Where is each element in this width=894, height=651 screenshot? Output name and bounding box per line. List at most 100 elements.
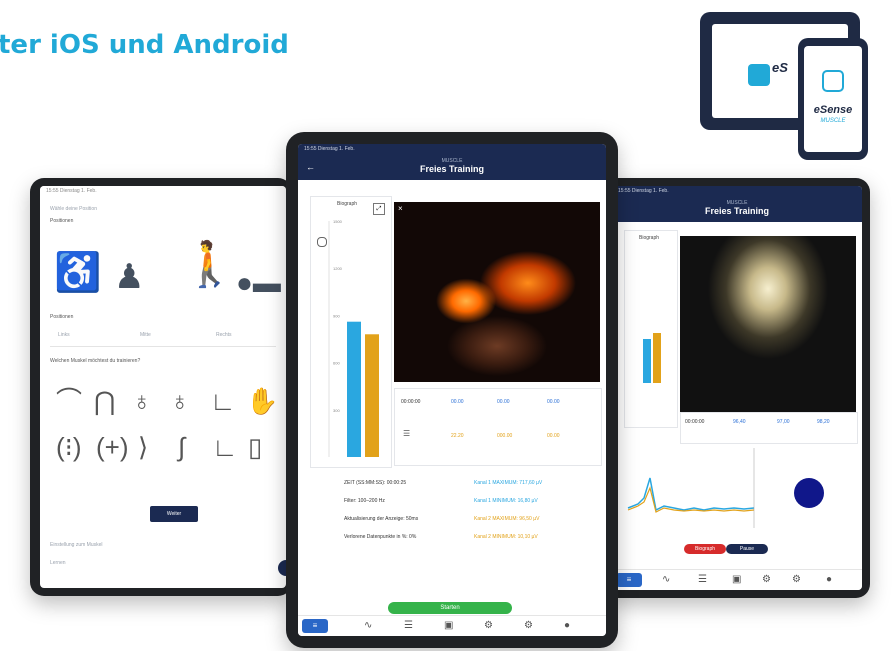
leg-outline-icon[interactable]: ⟩ <box>138 432 148 462</box>
calendar-icon[interactable]: ▣ <box>732 574 741 585</box>
gear-icon[interactable]: ⚙ <box>792 574 801 585</box>
grid-cell: 00:00:00 <box>401 399 421 405</box>
bar-channel-1 <box>643 339 651 383</box>
lying-person-icon[interactable]: ●▬ <box>236 264 281 302</box>
bar-kanal-1 <box>347 321 361 457</box>
stat-refresh: Aktualisierung der Anzeige: 50ms <box>344 516 419 522</box>
back-arrow-icon[interactable]: ← <box>306 162 315 172</box>
left-screen: 15:55 Dienstag 1. Feb. Wähle deine Posit… <box>40 186 286 588</box>
standing-person-icon[interactable]: 🚶 <box>182 243 237 287</box>
grid-cell: 22.20 <box>451 433 464 439</box>
chest-outline-icon[interactable]: ♁ <box>132 386 152 416</box>
graph-icon[interactable]: ∿ <box>364 620 372 631</box>
pos-right[interactable]: Rechts <box>216 332 232 338</box>
grid-cell: 00.00 <box>547 433 560 439</box>
y-tick-label: 1500 <box>333 219 343 224</box>
close-icon[interactable]: × <box>398 204 403 213</box>
right-screen: 15:55 Dienstag 1. Feb. MUSCLE Freies Tra… <box>612 186 862 590</box>
pause-toggle[interactable]: Pause <box>726 544 768 554</box>
person-icon[interactable]: ● <box>826 574 832 585</box>
gear-icon[interactable]: ⚙ <box>524 620 533 631</box>
foot-outline-icon[interactable]: ∟ <box>212 432 237 462</box>
home-tab[interactable]: ≡ <box>616 573 642 587</box>
stat-k2-min: Kanal 2 MINIMUM: 10,10 µV <box>474 534 538 540</box>
center-screen: 15:55 Dienstag 1. Feb. ← MUSCLE Freies T… <box>298 144 606 636</box>
footer-learning: Lernen <box>50 560 66 566</box>
meditating-person-icon[interactable]: ♟ <box>114 258 144 296</box>
rss-icon: ☰ <box>403 429 411 438</box>
intro-text: Wähle deine Position <box>50 206 97 212</box>
tablet-right: 15:55 Dienstag 1. Feb. MUSCLE Freies Tra… <box>604 178 870 598</box>
bar-channel-2 <box>653 333 661 383</box>
list-icon[interactable]: ☰ <box>698 574 707 585</box>
biograph-toggle[interactable]: Biograph <box>684 544 726 554</box>
y-tick-label: 600 <box>333 361 340 366</box>
head-outline-icon[interactable]: ⌒ <box>56 386 82 416</box>
torso-outline-icon[interactable]: (⁝) <box>56 432 82 462</box>
home-tab[interactable]: ≡ <box>302 619 328 633</box>
esense-mark-icon <box>822 70 844 92</box>
bar-chart-panel: Biograph ⤢ 1500 1200 900 600 300 <box>310 196 392 468</box>
settings-icon[interactable]: ⚙ <box>762 574 771 585</box>
person-icon[interactable]: ● <box>564 620 570 631</box>
page-headline: ter iOS und Android <box>0 30 289 60</box>
neck-outline-icon[interactable]: ⋂ <box>94 386 115 416</box>
list-icon[interactable]: ☰ <box>404 620 413 631</box>
level-panel <box>764 448 856 530</box>
settings-icon[interactable]: ⚙ <box>484 620 493 631</box>
tablet-center: 15:55 Dienstag 1. Feb. ← MUSCLE Freies T… <box>286 132 618 648</box>
grid-cell: 00.00 <box>451 399 464 405</box>
abdomen-outline-icon[interactable]: (+) <box>96 432 129 462</box>
right-stats-grid: 00:00:00 96,40 97,00 98,20 <box>680 412 858 444</box>
stat-k2-max: Kanal 2 MAXIMUM: 96,50 µV <box>474 516 540 522</box>
logo-brand-small: eS <box>772 60 788 75</box>
pos-middle[interactable]: Mitte <box>140 332 151 338</box>
logo-brand: eSense <box>813 104 853 116</box>
tab-bar: ≡ ∿ ☰ ▣ ⚙ ⚙ ● <box>298 615 606 636</box>
status-bar: 15:55 Dienstag 1. Feb. <box>40 186 286 196</box>
y-tick-label: 1200 <box>333 266 343 271</box>
arm-outline-icon[interactable]: ∟ <box>210 386 235 416</box>
hand-outline-icon[interactable]: ✋ <box>246 386 278 416</box>
y-tick-label: 900 <box>333 313 340 318</box>
right-bar-panel: Biograph <box>624 230 678 428</box>
start-button[interactable]: Starten <box>388 602 512 614</box>
center-bar-chart: 1500 1200 900 600 300 <box>328 219 379 457</box>
video-feed[interactable]: × <box>394 202 600 382</box>
stat-cell: 98,20 <box>817 419 830 425</box>
fab-button[interactable] <box>278 560 286 576</box>
logo-phone: eSense MUSCLE <box>798 38 868 160</box>
sole-outline-icon[interactable]: ▯ <box>248 432 262 462</box>
pos-left[interactable]: Links <box>58 332 70 338</box>
stat-k1-max: Kanal 1 MAXIMUM: 717,60 µV <box>474 480 543 486</box>
video-feed[interactable] <box>680 236 856 412</box>
tab-bar: ≡ ∿ ☰ ▣ ⚙ ⚙ ● <box>612 569 862 590</box>
stat-k1-min: Kanal 1 MINIMUM: 16,80 µV <box>474 498 538 504</box>
stat-cell: 97,00 <box>777 419 790 425</box>
stat-filter: Filter: 100–200 Hz <box>344 498 385 504</box>
esense-logo-devices: eS eSense MUSCLE <box>700 12 880 162</box>
nav-title: Freies Training <box>419 164 485 174</box>
back-outline-icon[interactable]: ♁ <box>170 386 190 416</box>
stat-cell: 00:00:00 <box>685 419 705 425</box>
knee-outline-icon[interactable]: ∫ <box>178 432 185 462</box>
graph-icon[interactable]: ∿ <box>662 574 670 585</box>
stat-lost: Verlorene Datenpunkte in %: 0% <box>344 534 417 540</box>
y-tick-label: 300 <box>333 408 340 413</box>
panel-label: Biograph <box>639 235 660 241</box>
footer-settings: Einstellung zum Muskel <box>50 542 103 548</box>
level-dot <box>794 478 824 508</box>
calendar-icon[interactable]: ▣ <box>444 620 453 631</box>
bar-kanal-2 <box>365 334 379 457</box>
nav-bar: ← MUSCLE Freies Training <box>298 154 606 180</box>
status-bar: 15:55 Dienstag 1. Feb. <box>612 186 862 196</box>
next-button[interactable]: Weiter <box>150 506 198 522</box>
logo-sub: MUSCLE <box>820 118 846 124</box>
stat-cell: 96,40 <box>733 419 746 425</box>
sitting-person-icon[interactable]: ♿ <box>54 254 101 292</box>
nav-small: MUSCLE <box>726 200 748 206</box>
grid-cell: 00.00 <box>497 399 510 405</box>
muscle-question: Welchen Muskel möchtest du trainieren? <box>50 358 141 364</box>
nav-title: Freies Training <box>704 206 770 216</box>
section-title: Positionen <box>50 218 74 224</box>
